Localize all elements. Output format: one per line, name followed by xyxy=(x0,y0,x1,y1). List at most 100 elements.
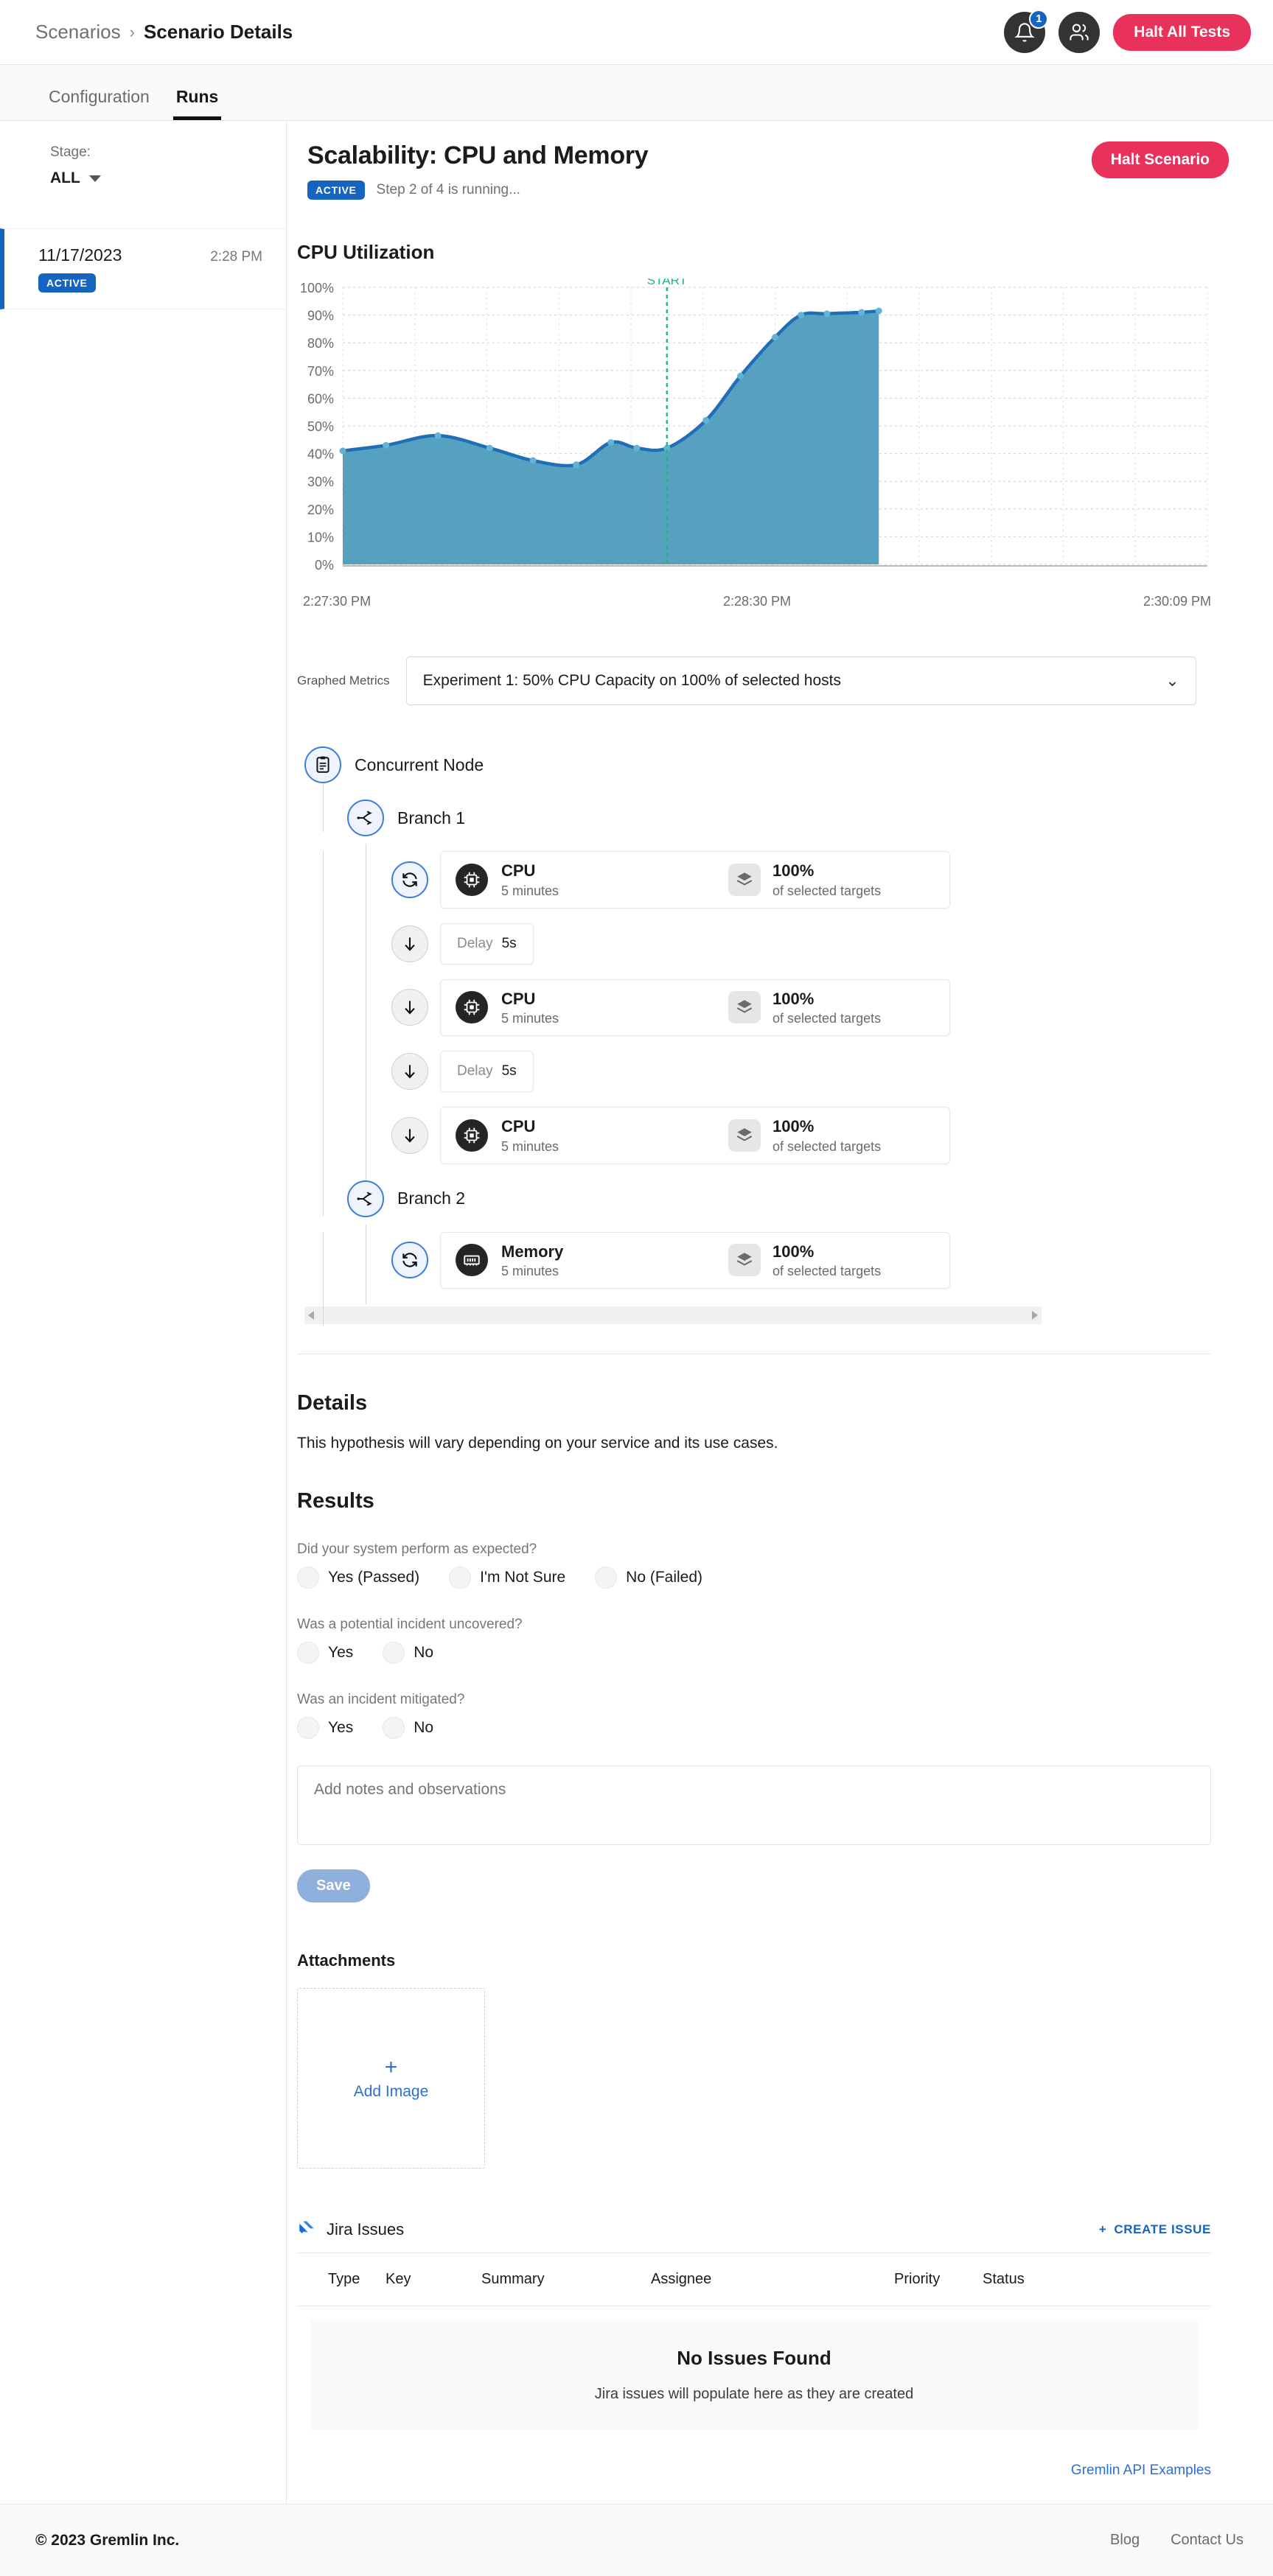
footer-link-blog[interactable]: Blog xyxy=(1110,2532,1140,2549)
jira-empty-subtitle: Jira issues will populate here as they a… xyxy=(594,2386,914,2402)
flow-step-attack[interactable]: CPU 5 minutes 100% of selected targets xyxy=(391,1107,1251,1164)
arrow-down-icon xyxy=(405,937,415,951)
details-heading: Details xyxy=(297,1391,368,1415)
footer-link-contact-us[interactable]: Contact Us xyxy=(1171,2532,1244,2549)
save-button[interactable]: Save xyxy=(297,1869,370,1903)
notification-badge: 1 xyxy=(1029,9,1049,29)
flow-node-label: Branch 2 xyxy=(397,1189,466,1208)
stage-filter-select[interactable]: ALL xyxy=(0,169,286,187)
graphed-metrics-select[interactable]: Experiment 1: 50% CPU Capacity on 100% o… xyxy=(405,657,1196,705)
attack-card[interactable]: Memory 5 minutes 100% of selected targets xyxy=(440,1231,950,1289)
radio-option[interactable]: No xyxy=(383,1717,433,1739)
svg-text:60%: 60% xyxy=(307,391,334,406)
target-meta: of selected targets xyxy=(772,1138,882,1154)
radio-label: No (Failed) xyxy=(626,1569,703,1586)
radio-button[interactable] xyxy=(595,1567,618,1589)
flow-step-delay[interactable]: Delay 5s xyxy=(391,923,1251,965)
radio-button[interactable] xyxy=(383,1717,405,1739)
target-percent: 100% xyxy=(772,1117,815,1135)
gremlin-api-examples-link[interactable]: Gremlin API Examples xyxy=(297,2463,1211,2504)
breadcrumb-separator-icon: › xyxy=(129,22,135,41)
attack-name: CPU xyxy=(501,861,536,880)
radio-button[interactable] xyxy=(383,1642,405,1664)
flow-node-badge xyxy=(391,1053,428,1090)
jira-empty-title: No Issues Found xyxy=(677,2347,831,2369)
jira-header: Jira Issues + CREATE ISSUE xyxy=(297,2220,1211,2239)
flow-node-label: Branch 1 xyxy=(397,808,466,827)
halt-scenario-button[interactable]: Halt Scenario xyxy=(1091,141,1229,178)
page-title: Scalability: CPU and Memory xyxy=(307,141,649,169)
chevron-down-icon xyxy=(88,175,101,182)
radio-button[interactable] xyxy=(297,1717,319,1739)
delay-card[interactable]: Delay 5s xyxy=(440,1051,534,1092)
column-header-type: Type xyxy=(328,2271,360,2287)
footer-links: Blog Contact Us xyxy=(1110,2532,1244,2549)
notes-textarea[interactable] xyxy=(297,1765,1211,1845)
tab-runs[interactable]: Runs xyxy=(163,87,232,120)
attack-card[interactable]: CPU 5 minutes 100% of selected targets xyxy=(440,851,950,909)
jira-icon xyxy=(299,2221,314,2233)
flow-node-label: Concurrent Node xyxy=(355,755,484,774)
column-header-summary: Summary xyxy=(481,2271,545,2287)
delay-label: Delay xyxy=(457,935,493,951)
flow-node-concurrent[interactable]: Concurrent Node xyxy=(304,746,1251,783)
run-item-header: 11/17/2023 2:28 PM xyxy=(38,245,262,265)
layers-icon-wrap xyxy=(728,1119,761,1152)
scroll-right-icon[interactable] xyxy=(1032,1311,1038,1320)
radio-button[interactable] xyxy=(449,1567,472,1589)
halt-all-tests-button[interactable]: Halt All Tests xyxy=(1113,13,1251,51)
radio-option[interactable]: Yes xyxy=(297,1642,353,1664)
results-questions: Did your system perform as expected? Yes … xyxy=(297,1541,1251,1739)
flow-node-branch[interactable]: Branch 2 xyxy=(347,1180,1251,1217)
radio-option[interactable]: No (Failed) xyxy=(595,1567,702,1589)
flow-horizontal-scrollbar[interactable] xyxy=(304,1306,1042,1324)
target-meta: of selected targets xyxy=(772,1011,882,1026)
tab-configuration[interactable]: Configuration xyxy=(35,87,163,120)
delay-card[interactable]: Delay 5s xyxy=(440,923,534,965)
list-item[interactable]: 11/17/2023 2:28 PM ACTIVE xyxy=(0,228,286,309)
cpu-utilization-chart[interactable]: 100% 90% 80% 70% 60% 50% 40% 30% 20% 10% 0% START xyxy=(297,279,1211,588)
cpu-icon xyxy=(464,872,480,888)
attack-card[interactable]: CPU 5 minutes 100% of selected targets xyxy=(440,1107,950,1164)
main-layout: Stage: ALL 11/17/2023 2:28 PM ACTIVE Sca… xyxy=(0,121,1273,2504)
svg-text:100%: 100% xyxy=(300,281,334,295)
flow-step-attack[interactable]: CPU 5 minutes 100% of selected targets xyxy=(391,851,1251,909)
attack-card[interactable]: CPU 5 minutes 100% of selected targets xyxy=(440,979,950,1036)
attack-card-main: CPU 5 minutes xyxy=(441,852,714,908)
breadcrumb-scenarios-link[interactable]: Scenarios xyxy=(35,21,121,43)
attack-card-target: 100% of selected targets xyxy=(714,1107,949,1163)
breadcrumb-current: Scenario Details xyxy=(143,21,293,43)
attack-name: CPU xyxy=(501,989,536,1008)
radio-option[interactable]: Yes xyxy=(297,1717,353,1739)
radio-button[interactable] xyxy=(297,1567,319,1589)
radio-option[interactable]: Yes (Passed) xyxy=(297,1567,419,1589)
create-issue-button[interactable]: + CREATE ISSUE xyxy=(1099,2222,1211,2237)
column-header-status: Status xyxy=(983,2271,1025,2287)
radio-option[interactable]: No xyxy=(383,1642,433,1664)
details-body: This hypothesis will vary depending on y… xyxy=(297,1435,778,1452)
radio-option[interactable]: I'm Not Sure xyxy=(449,1567,565,1589)
graphed-metrics-value: Experiment 1: 50% CPU Capacity on 100% o… xyxy=(422,672,841,689)
x-tick-label: 2:28:30 PM xyxy=(722,594,792,609)
radio-button[interactable] xyxy=(297,1642,319,1664)
add-image-dropzone[interactable]: + Add Image xyxy=(297,1988,485,2169)
attack-card-target: 100% of selected targets xyxy=(714,1233,949,1289)
svg-text:40%: 40% xyxy=(307,447,334,462)
run-time: 2:28 PM xyxy=(210,249,262,265)
flow-node-branch[interactable]: Branch 1 xyxy=(347,799,1251,836)
notifications-button[interactable]: 1 xyxy=(1004,9,1049,53)
stage-filter-value: ALL xyxy=(50,169,80,186)
flow-step-attack[interactable]: CPU 5 minutes 100% of selected targets xyxy=(391,979,1251,1036)
target-text: 100% of selected targets xyxy=(772,989,881,1027)
add-image-label: Add Image xyxy=(353,2082,429,2100)
flow-step-attack[interactable]: Memory 5 minutes 100% of selected targets xyxy=(391,1231,1251,1289)
flow-step-delay[interactable]: Delay 5s xyxy=(391,1051,1251,1092)
attack-text: CPU 5 minutes xyxy=(501,989,559,1027)
cpu-icon xyxy=(464,1127,480,1144)
delay-label: Delay xyxy=(457,1063,493,1079)
team-button[interactable] xyxy=(1058,11,1101,53)
scroll-left-icon[interactable] xyxy=(308,1311,314,1320)
jira-issues-table: Type Key Summary Assignee Priority Statu… xyxy=(297,2253,1211,2430)
tab-bar: Configuration Runs xyxy=(0,65,1273,121)
flow-node-badge xyxy=(391,861,428,898)
